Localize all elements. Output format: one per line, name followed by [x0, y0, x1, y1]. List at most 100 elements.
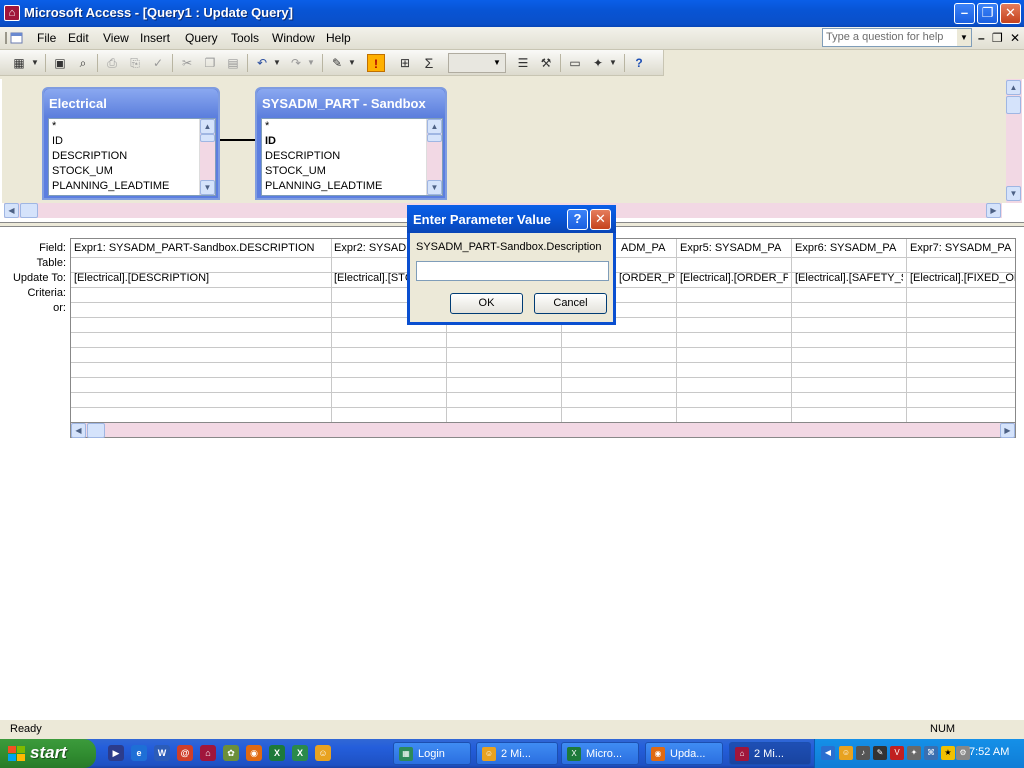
grid-field-cell[interactable]: ADM_PA	[621, 242, 673, 254]
print-icon[interactable]: ⎙	[103, 54, 121, 72]
chevron-left-icon[interactable]: ◀	[71, 423, 86, 438]
grid-field-cell[interactable]: Expr1: SYSADM_PART-Sandbox.DESCRIPTION	[74, 242, 329, 254]
restore-button[interactable]: ❐	[977, 3, 998, 24]
ok-button[interactable]: OK	[450, 293, 523, 314]
copy-icon[interactable]: ❐	[201, 54, 219, 72]
redo-icon[interactable]: ↷	[287, 54, 305, 72]
field-item[interactable]: *	[52, 120, 56, 132]
clock[interactable]: 7:52 AM	[969, 746, 1009, 758]
access-icon[interactable]: ⌂	[200, 745, 216, 761]
save-icon[interactable]: ▣	[51, 54, 69, 72]
ie-alt-icon[interactable]: @	[177, 745, 193, 761]
table-box-sysadm-part-sandbox[interactable]: SYSADM_PART - Sandbox * ID DESCRIPTION S…	[255, 87, 447, 200]
scroll-thumb[interactable]	[427, 134, 442, 142]
field-item[interactable]: STOCK_UM	[52, 165, 113, 177]
dialog-title-bar[interactable]: Enter Parameter Value ? ✕	[407, 205, 616, 233]
field-item[interactable]: DESCRIPTION	[265, 150, 340, 162]
field-item[interactable]: PLANNING_LEADTIME	[265, 180, 382, 192]
totals-icon[interactable]: Σ	[420, 54, 438, 72]
chevron-down-icon[interactable]: ▼	[200, 180, 215, 195]
grid-update-to-cell[interactable]: [Electrical].[FIXED_OR	[910, 272, 1015, 284]
run-icon[interactable]: !	[367, 54, 385, 72]
field-list-scrollbar[interactable]: ▲ ▼	[426, 119, 442, 195]
chevron-down-icon[interactable]: ▼	[29, 54, 41, 72]
help-question-input[interactable]: Type a question for help ▼	[822, 28, 972, 47]
dialog-help-button[interactable]: ?	[567, 209, 588, 230]
database-window-icon[interactable]: ▭	[566, 54, 584, 72]
chevron-down-icon[interactable]: ▼	[607, 54, 619, 72]
show-table-icon[interactable]: ⊞	[396, 54, 414, 72]
paste-icon[interactable]: ▤	[224, 54, 242, 72]
minimize-button[interactable]: –	[954, 3, 975, 24]
scroll-thumb[interactable]	[200, 134, 215, 142]
dialog-close-button[interactable]: ✕	[590, 209, 611, 230]
field-item[interactable]: ID	[52, 135, 63, 147]
field-item[interactable]: STOCK_UM	[265, 165, 326, 177]
build-icon[interactable]: ⚒	[537, 54, 555, 72]
print-preview-icon[interactable]: ⎘	[126, 54, 144, 72]
task-excel[interactable]: X Micro...	[561, 742, 639, 765]
menu-insert[interactable]: Insert	[140, 31, 170, 45]
close-button[interactable]: ✕	[1000, 3, 1021, 24]
internet-explorer-icon[interactable]: e	[131, 745, 147, 761]
spelling-icon[interactable]: ✓	[149, 54, 167, 72]
table-title[interactable]: Electrical	[44, 89, 218, 117]
start-button[interactable]: start	[0, 739, 96, 768]
grid-horizontal-scrollbar[interactable]: ◀ ▶	[70, 423, 1016, 438]
app-icon[interactable]: ✿	[223, 745, 239, 761]
task-messenger[interactable]: ☺ 2 Mi...	[476, 742, 558, 765]
grid-field-cell[interactable]: Expr5: SYSADM_PA	[680, 242, 788, 254]
network-icon[interactable]: ⌘	[924, 746, 938, 760]
menu-view[interactable]: View	[103, 31, 129, 45]
properties-icon[interactable]: ☰	[514, 54, 532, 72]
table-title[interactable]: SYSADM_PART - Sandbox	[257, 89, 445, 117]
chat-icon[interactable]: ☺	[315, 745, 331, 761]
table-pane-vertical-scrollbar[interactable]: ▲ ▼	[1006, 79, 1022, 203]
word-icon[interactable]: W	[154, 745, 170, 761]
chevron-up-icon[interactable]: ▲	[1006, 80, 1021, 95]
scroll-thumb[interactable]	[1006, 96, 1021, 114]
chevron-right-icon[interactable]: ▶	[986, 203, 1001, 218]
help-icon[interactable]: ?	[630, 54, 648, 72]
chevron-down-icon[interactable]: ▼	[490, 55, 504, 71]
menu-query[interactable]: Query	[185, 31, 218, 45]
tray-app-icon[interactable]: ⚙	[956, 746, 970, 760]
field-item[interactable]: PLANNING_LEADTIME	[52, 180, 169, 192]
task-login[interactable]: ▦ Login	[393, 742, 471, 765]
view-icon[interactable]: ▦	[10, 54, 28, 72]
antivirus-icon[interactable]: V	[890, 746, 904, 760]
menu-tools[interactable]: Tools	[231, 31, 259, 45]
file-search-icon[interactable]: ⌕	[74, 54, 92, 72]
undo-icon[interactable]: ↶	[253, 54, 271, 72]
mdi-minimize-button[interactable]: –	[978, 31, 985, 45]
menu-window[interactable]: Window	[272, 31, 315, 45]
messenger-tray-icon[interactable]: ☺	[839, 746, 853, 760]
chevron-down-icon[interactable]: ▼	[957, 29, 971, 46]
chevron-up-icon[interactable]: ▲	[200, 119, 215, 134]
parameter-value-input[interactable]	[416, 261, 609, 281]
menu-file[interactable]: File	[37, 31, 56, 45]
field-item[interactable]: *	[265, 120, 269, 132]
tray-app-icon[interactable]: ★	[941, 746, 955, 760]
query-type-icon[interactable]: ✎	[328, 54, 346, 72]
grid-field-cell[interactable]: Expr6: SYSADM_PA	[795, 242, 903, 254]
menu-edit[interactable]: Edit	[68, 31, 89, 45]
grid-update-to-cell[interactable]: [ORDER_PC	[619, 272, 675, 284]
volume-icon[interactable]: ♪	[856, 746, 870, 760]
excel-alt-icon[interactable]: X	[292, 745, 308, 761]
scroll-thumb[interactable]	[87, 423, 105, 438]
chevron-down-icon[interactable]: ▼	[305, 54, 317, 72]
menu-help[interactable]: Help	[326, 31, 351, 45]
chevron-down-icon[interactable]: ▼	[271, 54, 283, 72]
grid-update-to-cell[interactable]: [Electrical].[DESCRIPTION]	[74, 272, 329, 284]
task-firefox[interactable]: ◉ Upda...	[645, 742, 723, 765]
tray-expand-icon[interactable]: ◀	[821, 746, 835, 760]
access-app-icon[interactable]: ⌂	[4, 5, 20, 21]
chevron-down-icon[interactable]: ▼	[427, 180, 442, 195]
mdi-restore-button[interactable]: ❐	[992, 31, 1003, 45]
mdi-close-button[interactable]: ✕	[1010, 31, 1020, 45]
field-item-key[interactable]: ID	[265, 135, 276, 147]
grid-update-to-cell[interactable]: [Electrical].[SAFETY_ST	[795, 272, 903, 284]
tray-app-icon[interactable]: ✦	[907, 746, 921, 760]
grid-update-to-cell[interactable]: [Electrical].[ORDER_PC	[680, 272, 788, 284]
